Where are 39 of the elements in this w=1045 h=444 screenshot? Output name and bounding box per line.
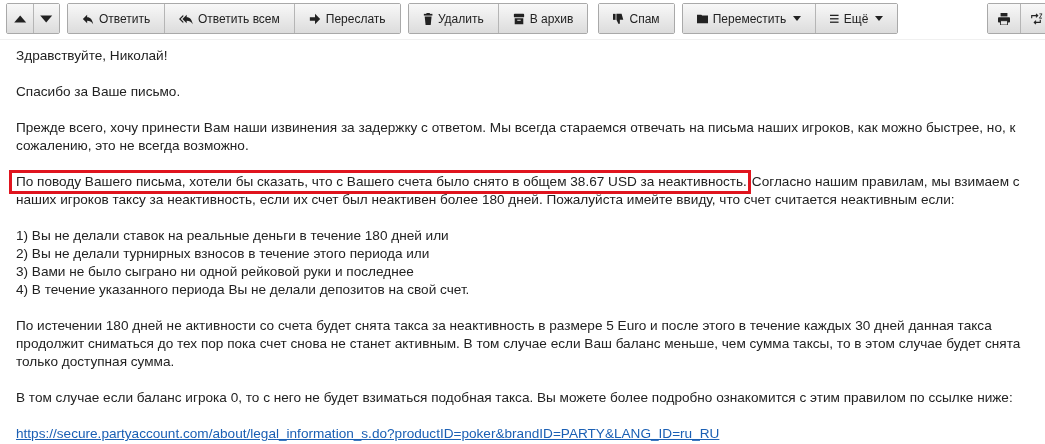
translate-button[interactable] [1020,4,1045,33]
highlighted-sentence: По поводу Вашего письма, хотели бы сказать, что с Вашего счета было снято в общем 38.67 USD за неактивность. [12,173,748,191]
text-line: наших игроков таксу за неактивность, если их счет был неактивен более 180 дней. Пожалуйста имейте ввиду, что счет считается неактивным если: [16,191,955,209]
text-line: По истечении 180 дней не активности со счета будет снята такса за неактивность в размере 5 Euro и после этого в течение каждых 30 дней данная такса [16,317,992,335]
toolbar-button[interactable]: Переместить [682,4,816,33]
trash-icon [422,12,433,25]
toolbar-button[interactable]: Ответить всем [164,4,294,33]
text-line: 4) В течение указанного периода Вы не делали депозитов на свой счет. [16,281,470,299]
reply-arrow-icon [82,12,94,25]
toolbar-button[interactable]: В архив [497,4,588,33]
folder-icon [696,12,708,25]
toolbar-button[interactable]: Переслать [293,4,400,33]
text-line: 3) Вами не было сыграно ни одной рейковой руки и последнее [16,263,414,281]
right-arrow-icon [308,12,321,25]
nav-arrow-button[interactable] [7,4,33,33]
down-arrow-icon [39,12,54,25]
text-line: Спасибо за Ваше письмо. [16,83,181,101]
printer-icon [998,12,1010,25]
menu-icon [830,12,839,25]
text-line: Прежде всего, хочу принести Вам наши извинения за задержку с ответом. Мы всегда стараемся отвечать на письма наших игроков, как можно быстрее, но, к [16,119,1016,137]
text-line: продолжит сниматься до тех пор пока счет снова не станет активным. В том случае если Ваш баланс меньше, чем сумма таксы, то в этом случае будет снята [16,335,1021,353]
toolbar-button[interactable]: Спам [599,4,674,33]
toolbar-button[interactable]: Удалить [408,4,498,33]
toolbar-button[interactable]: Ответить [68,4,165,33]
translate-icon [1030,12,1043,25]
toolbar-button[interactable]: Ещё [815,4,898,33]
thumbs-down-icon [613,12,625,25]
text-line: 1) Вы не делали ставок на реальные деньги в течение 180 дней или [16,227,449,245]
text-line: В том случае если баланс игрока 0, то с него не будет взиматься подобная такса. Вы можете более подробно ознакомится с этим правилом по ссылке ниже: [16,389,1013,407]
nav-arrow-button[interactable] [33,4,59,33]
link[interactable]: https://secure.partyaccount.com/about/legal_information_s.do?productID=poker&brandID=PARTY&LANG_ID=ru_RU [16,425,720,443]
text-line: Согласно нашим правилам, мы взимаем с [751,173,1020,191]
text-line: только доступная сумма. [16,353,175,371]
text-line: 2) Вы не делали турнирных взносов в течение этого периода или [16,245,430,263]
archive-box-icon [512,12,525,25]
reply-all-icon [179,12,193,25]
text-line: Здравствуйте, Николай! [16,47,168,65]
print-button[interactable] [988,4,1020,33]
text-line: сожалению, это не всегда возможно. [16,137,249,155]
